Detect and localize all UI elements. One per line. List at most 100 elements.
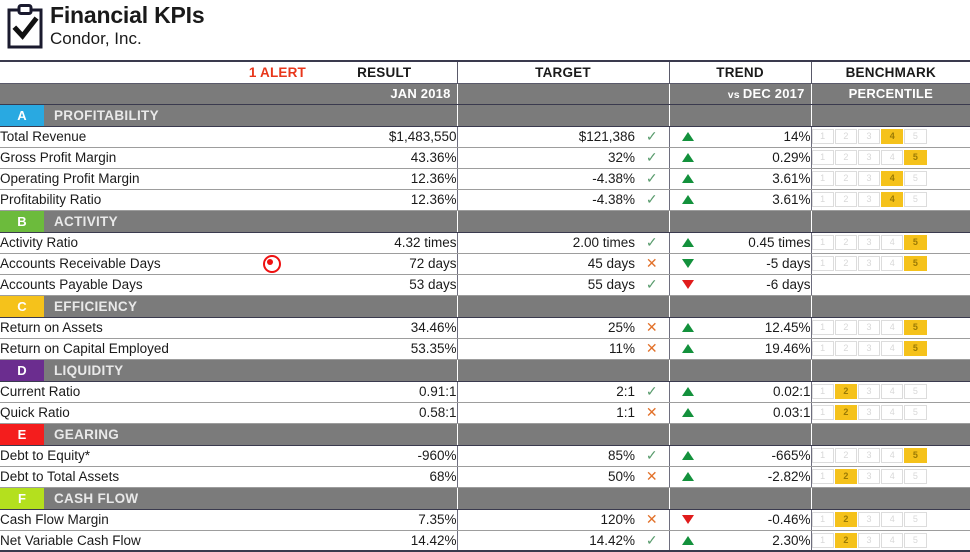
kpi-row: Operating Profit Margin 12.36% -4.38% ✓ 3.61… (0, 168, 970, 190)
kpi-target-status: ✓ (635, 274, 670, 296)
kpi-trend-value: -665% (707, 445, 812, 467)
percentile-cell-5: 5 (904, 171, 927, 186)
percentile-cell-1: 1 (811, 341, 834, 356)
kpi-benchmark: 12345 (811, 126, 970, 148)
kpi-trend-value: -2.82% (707, 466, 812, 488)
kpi-row: Profitability Ratio 12.36% -4.38% ✓ 3.61% 1 2 3… (0, 189, 970, 211)
period-target (456, 83, 670, 105)
check-icon: ✓ (645, 170, 658, 186)
kpi-alert-cell[interactable] (232, 253, 312, 275)
kpi-target: 2:1 (457, 381, 635, 403)
percentile-scale: 12345 (811, 469, 927, 484)
cross-icon: ✕ (645, 511, 658, 527)
kpi-name: Accounts Receivable Days (0, 253, 232, 275)
kpi-benchmark: 12345 (811, 253, 970, 275)
kpi-target: 120% (457, 509, 635, 531)
kpi-trend-direction (669, 147, 708, 169)
kpi-alert-cell (232, 147, 312, 169)
triangle-up-icon (682, 387, 695, 396)
kpi-trend-direction (669, 317, 708, 339)
percentile-cell-5: 5 (904, 384, 927, 399)
triangle-down-icon (682, 259, 695, 268)
check-icon: ✓ (645, 531, 658, 548)
kpi-alert-cell (232, 402, 312, 424)
kpi-result: 0.91:1 (312, 381, 458, 403)
percentile-scale: 12345 (811, 512, 927, 527)
section-header-f: F CASH FLOW (0, 486, 970, 510)
kpi-target: 25% (457, 317, 635, 339)
kpi-target-status: ✓ (635, 147, 670, 169)
section-name: LIQUIDITY (54, 362, 124, 378)
percentile-cell-2: 2 (834, 405, 857, 420)
percentile-scale: 12345 (811, 129, 927, 144)
kpi-result: 68% (312, 466, 458, 488)
triangle-up-icon (682, 344, 695, 353)
percentile-cell-5: 5 (904, 341, 927, 356)
section-letter-badge: C (0, 295, 44, 317)
period-result: JAN 2018 (312, 83, 457, 105)
percentile-cell-2: 2 (834, 129, 857, 144)
percentile-cell-4: 4 (881, 512, 904, 527)
kpi-row: Gross Profit Margin 43.36% 32% ✓ 0.29% 1 2 3 4 5 (0, 147, 970, 169)
percentile-cell-2: 2 (834, 512, 857, 527)
section-header-d: D LIQUIDITY (0, 358, 970, 382)
alert-count-label: 1 ALERT (232, 60, 312, 84)
percentile-cell-1: 1 (811, 512, 834, 527)
percentile-cell-1: 1 (811, 129, 834, 144)
kpi-trend-direction (669, 253, 708, 275)
kpi-target-status: ✓ (635, 445, 670, 467)
kpi-alert-cell (232, 381, 312, 403)
section-band-target (456, 358, 670, 382)
cross-icon: ✕ (645, 319, 658, 335)
kpi-result: 14.42% (312, 530, 458, 552)
percentile-cell-5: 5 (904, 235, 927, 250)
kpi-trend-direction (669, 189, 708, 211)
percentile-cell-1: 1 (811, 448, 834, 463)
percentile-cell-3: 3 (857, 256, 881, 271)
page-header: Financial KPIs Condor, Inc. (0, 0, 970, 60)
section-letter-badge: D (0, 359, 44, 381)
percentile-cell-5: 5 (904, 512, 927, 527)
alert-indicator-icon[interactable] (263, 254, 281, 273)
section-band-inner: C EFFICIENCY (0, 295, 457, 317)
section-name: EFFICIENCY (54, 298, 138, 314)
percentile-empty (812, 277, 927, 292)
percentile-cell-2: 2 (834, 150, 857, 165)
kpi-target: 45 days (457, 253, 635, 275)
kpi-alert-cell (232, 317, 312, 339)
kpi-table: 1 ALERT RESULT TARGET TREND BENCHMARK JA… (0, 60, 970, 552)
kpi-target: 85% (457, 445, 635, 467)
kpi-target-status: ✓ (635, 232, 670, 254)
section-band-inner: E GEARING (0, 423, 457, 445)
kpi-target-status: ✓ (635, 381, 670, 403)
section-letter-badge: A (0, 104, 44, 126)
column-header-row: 1 ALERT RESULT TARGET TREND BENCHMARK (0, 60, 970, 84)
period-trend-prefix: vs (727, 89, 743, 101)
kpi-row: Cash Flow Margin 7.35% 120% ✕ -0.46% 1 2 3 4 5 (0, 509, 970, 531)
kpi-name: Profitability Ratio (0, 189, 232, 211)
percentile-cell-4: 4 (881, 235, 904, 250)
kpi-trend-direction (669, 509, 708, 531)
kpi-benchmark: 12345 (811, 232, 970, 254)
percentile-cell-3: 3 (857, 171, 881, 186)
percentile-cell-5: 5 (904, 469, 927, 484)
percentile-cell-1: 1 (811, 469, 834, 484)
section-name: CASH FLOW (54, 490, 139, 506)
section-band-target (456, 103, 670, 127)
percentile-cell-5: 5 (904, 150, 927, 165)
kpi-benchmark: 12345 (811, 402, 970, 424)
percentile-cell-4: 4 (881, 129, 904, 144)
section-band-trend (668, 486, 812, 510)
percentile-cell-4: 4 (881, 405, 904, 420)
cross-icon: ✕ (645, 468, 658, 484)
col-header-result: RESULT (312, 60, 457, 84)
kpi-target: $121,386 (457, 126, 635, 148)
percentile-cell-3: 3 (857, 235, 881, 250)
kpi-name: Gross Profit Margin (0, 147, 232, 169)
period-trend-value: DEC 2017 (742, 86, 805, 101)
kpi-trend-direction (669, 402, 708, 424)
triangle-up-icon (682, 132, 695, 141)
kpi-trend-value: 14% (707, 126, 812, 148)
kpi-name: Current Ratio (0, 381, 232, 403)
kpi-row: Activity Ratio 4.32 times 2.00 times ✓ 0.45 … (0, 232, 970, 254)
